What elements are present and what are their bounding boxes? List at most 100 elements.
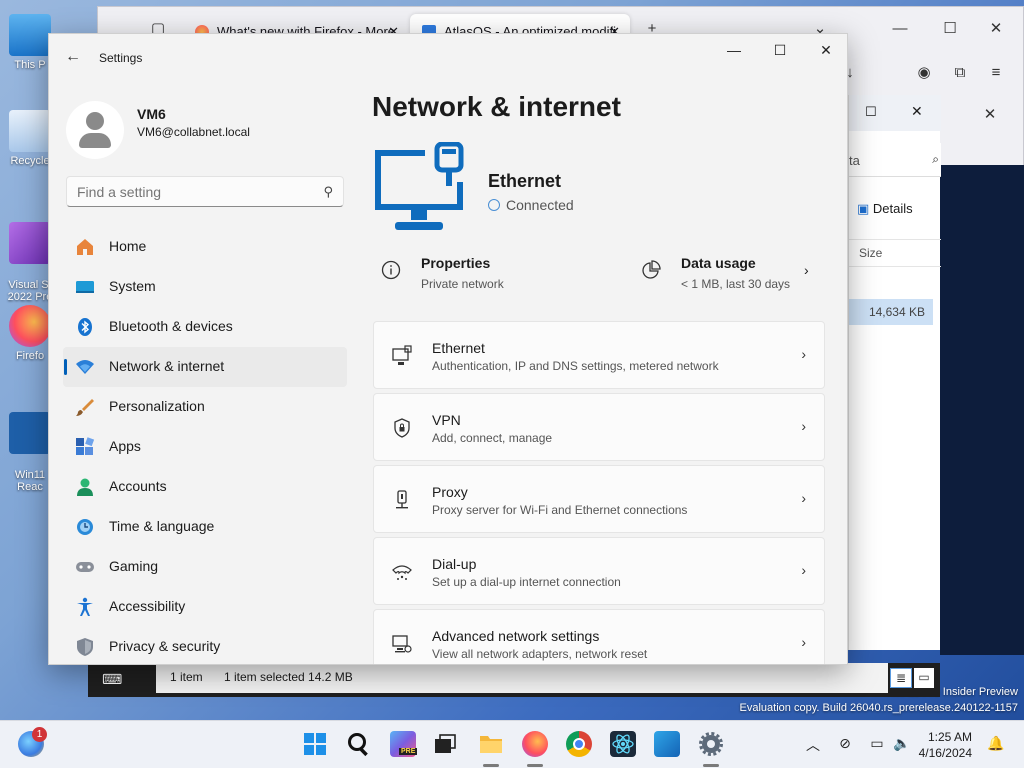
avatar[interactable] xyxy=(66,101,124,159)
sidebar-item-personalization[interactable]: Personalization xyxy=(63,387,347,427)
gamepad-icon xyxy=(76,562,94,572)
display-icon[interactable]: ▭ xyxy=(867,735,887,752)
copilot-pre-icon[interactable]: PRE xyxy=(390,731,418,757)
connection-status: Connected xyxy=(488,197,574,213)
chevron-up-icon[interactable]: ︿ xyxy=(803,735,823,755)
back-arrow-icon[interactable]: ← xyxy=(63,47,83,67)
settings-taskbar-icon[interactable] xyxy=(698,731,724,767)
close-icon[interactable]: ✕ xyxy=(968,101,1012,129)
task-view-icon xyxy=(435,734,456,753)
maximize-icon[interactable]: ☐ xyxy=(928,15,972,43)
details-button[interactable]: ▣ Details xyxy=(857,201,913,217)
notification-badge: 1 xyxy=(32,727,47,742)
proxy-icon xyxy=(396,490,408,509)
sidebar-item-apps[interactable]: Apps xyxy=(63,427,347,467)
react-icon xyxy=(612,734,634,754)
sidebar-nav: Home System Bluetooth & devices Network … xyxy=(63,227,347,664)
weather-widget-icon[interactable]: 1 xyxy=(18,727,47,757)
title-bar[interactable]: ← Settings — ☐ ✕ xyxy=(49,34,847,82)
maximize-button[interactable]: ☐ xyxy=(757,34,803,66)
sidebar-item-privacy[interactable]: Privacy & security xyxy=(63,627,347,664)
find-setting-input[interactable] xyxy=(77,183,307,201)
minimize-button[interactable]: — xyxy=(711,34,757,66)
accessibility-icon xyxy=(77,597,93,616)
volume-muted-icon[interactable]: 🔈 xyxy=(892,735,912,752)
sidebar-item-accessibility[interactable]: Accessibility xyxy=(63,587,347,627)
advanced-network-icon xyxy=(392,635,412,653)
chevron-right-icon: › xyxy=(801,418,806,434)
data-usage-button[interactable]: Data usage < 1 MB, last 30 days › xyxy=(641,252,821,296)
keyboard-icon[interactable]: ⌨ xyxy=(102,671,122,688)
search-button[interactable] xyxy=(346,731,372,757)
chevron-right-icon: › xyxy=(801,562,806,578)
start-button[interactable] xyxy=(302,731,328,757)
dialup-icon xyxy=(392,565,412,580)
explorer-search-box[interactable]: ta ⌕ xyxy=(849,143,941,177)
advanced-network-card[interactable]: Advanced network settings View all netwo… xyxy=(373,609,825,664)
find-setting-box[interactable]: ⚲ xyxy=(66,176,344,207)
react-app-taskbar-icon[interactable] xyxy=(610,731,636,757)
file-explorer-taskbar[interactable] xyxy=(478,731,504,767)
file-explorer-window[interactable]: ☐ ✕ ta ⌕ ▣ Details Size 14,634 KB xyxy=(848,95,941,650)
properties-button[interactable]: Properties Private network xyxy=(381,252,601,296)
photos-taskbar-icon[interactable] xyxy=(654,731,680,757)
sidebar-item-home[interactable]: Home xyxy=(63,227,347,267)
sidebar-item-bluetooth[interactable]: Bluetooth & devices xyxy=(63,307,347,347)
vpn-shield-icon xyxy=(394,418,410,438)
home-icon xyxy=(77,239,93,255)
column-header-size[interactable]: Size xyxy=(859,246,882,260)
accounts-icon xyxy=(77,478,93,496)
dialup-card[interactable]: Dial-up Set up a dial-up internet connec… xyxy=(373,537,825,605)
network-settings-list: Ethernet Authentication, IP and DNS sett… xyxy=(373,321,825,664)
visual-studio-icon xyxy=(9,222,51,264)
explorer-status-bar: ⌨ 1 item 1 item selected 14.2 MB ≣ ▭ xyxy=(88,663,940,697)
chrome-taskbar-icon[interactable] xyxy=(566,731,592,757)
settings-window[interactable]: ← Settings — ☐ ✕ VM6 VM6@collabnet.local… xyxy=(48,33,848,665)
chevron-right-icon: › xyxy=(801,346,806,362)
proxy-card[interactable]: Proxy Proxy server for Wi-Fi and Etherne… xyxy=(373,465,825,533)
bluetooth-icon xyxy=(78,318,92,336)
file-row-selected[interactable]: 14,634 KB xyxy=(849,299,933,325)
minimize-icon[interactable]: — xyxy=(878,15,922,43)
taskbar: 1 PRE ︿ ⊘ ▭ 🔈 1:25 AM 4/16/2024 🔔 xyxy=(0,720,1024,768)
search-icon: ⌕ xyxy=(932,152,939,166)
react-icon xyxy=(9,412,51,454)
notifications-bell-icon[interactable]: 🔔 xyxy=(986,735,1006,752)
chevron-right-icon: › xyxy=(801,490,806,506)
sidebar-item-system[interactable]: System xyxy=(63,267,347,307)
chevron-right-icon: › xyxy=(804,262,809,278)
sidebar-item-network[interactable]: Network & internet xyxy=(63,347,347,387)
connection-name: Ethernet xyxy=(488,171,562,191)
profile-name: VM6 xyxy=(137,106,166,122)
tiles-view-icon[interactable]: ▭ xyxy=(914,668,934,688)
network-offline-icon[interactable]: ⊘ xyxy=(835,735,855,752)
firefox-taskbar-icon[interactable] xyxy=(522,731,548,767)
sidebar-item-gaming[interactable]: Gaming xyxy=(63,547,347,587)
apps-icon xyxy=(76,437,95,455)
shield-icon xyxy=(77,638,93,656)
search-icon[interactable]: ⚲ xyxy=(323,184,333,200)
maximize-icon[interactable]: ☐ xyxy=(865,104,877,120)
sidebar-item-accounts[interactable]: Accounts xyxy=(63,467,347,507)
task-view-button[interactable] xyxy=(432,731,458,757)
menu-icon[interactable]: ≡ xyxy=(974,59,1018,87)
watermark-line2: Evaluation copy. Build 26040.rs_prerelea… xyxy=(739,702,1018,714)
gear-icon xyxy=(699,732,723,756)
close-icon[interactable]: ✕ xyxy=(911,103,923,120)
details-view-icon[interactable]: ≣ xyxy=(890,668,912,688)
close-window-icon[interactable]: ✕ xyxy=(974,15,1018,43)
clock[interactable]: 1:25 AM 4/16/2024 xyxy=(919,729,972,761)
pie-chart-icon xyxy=(642,260,661,279)
wifi-icon xyxy=(76,360,94,374)
page-title: Network & internet xyxy=(372,91,621,122)
details-pane-icon: ▣ xyxy=(857,201,870,216)
chevron-right-icon: › xyxy=(801,634,806,650)
info-icon xyxy=(381,260,401,280)
vpn-card[interactable]: VPN Add, connect, manage › xyxy=(373,393,825,461)
recycle-bin-icon xyxy=(9,110,51,152)
close-button[interactable]: ✕ xyxy=(803,34,847,66)
dark-background-panel xyxy=(940,165,1024,655)
sidebar-item-time-language[interactable]: Time & language xyxy=(63,507,347,547)
ethernet-card[interactable]: Ethernet Authentication, IP and DNS sett… xyxy=(373,321,825,389)
folder-icon xyxy=(480,736,502,753)
